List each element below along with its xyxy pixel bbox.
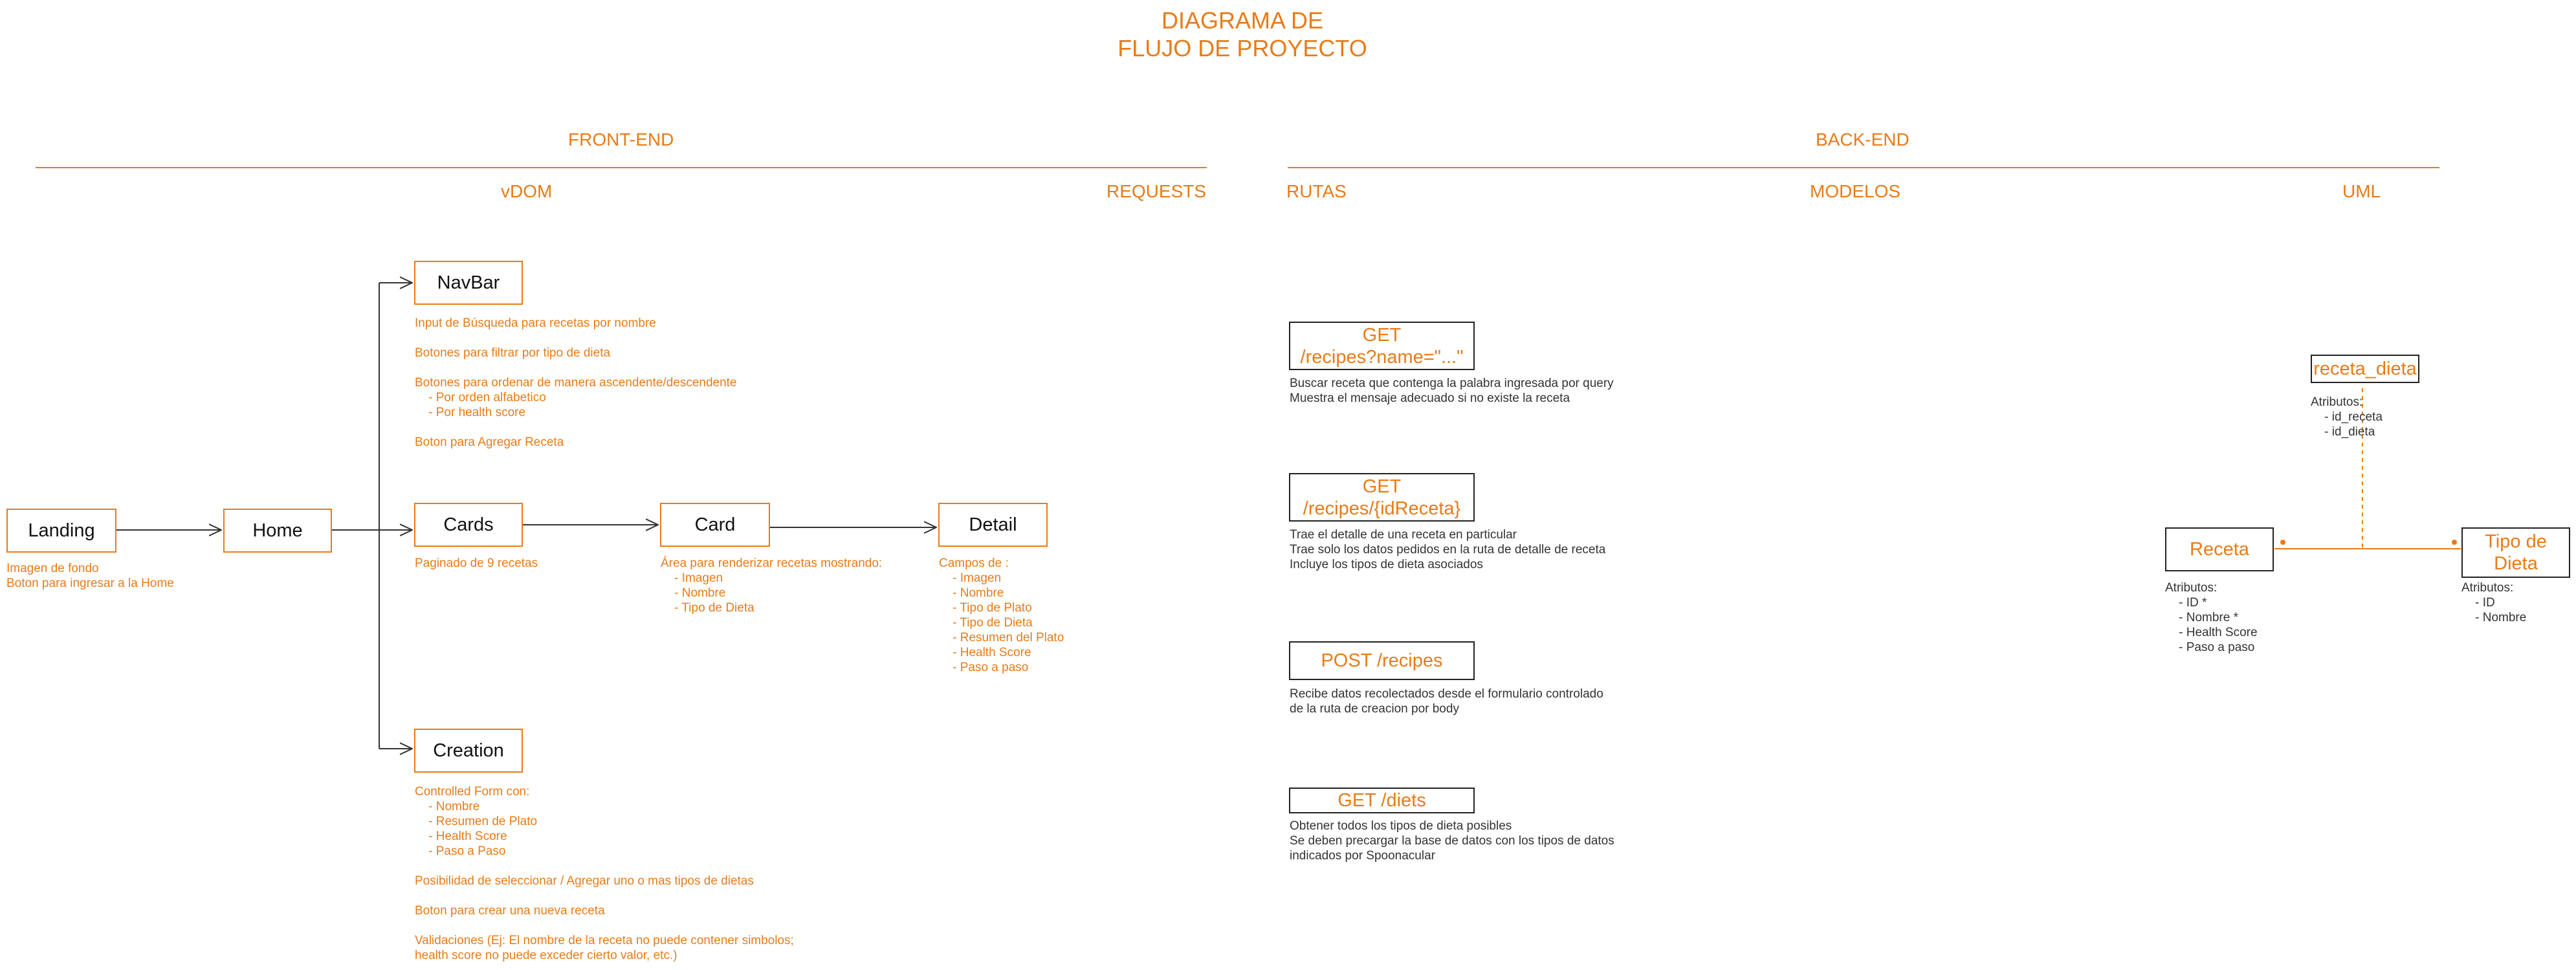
node-landing: Landing [6, 509, 116, 553]
node-navbar-label: NavBar [437, 272, 500, 293]
node-home-label: Home [252, 520, 303, 541]
route-get-recipes-name-desc: Buscar receta que contenga la palabra in… [1290, 377, 1614, 405]
route-get-recipes-name: GET /recipes?name="..." [1289, 322, 1475, 370]
note-card: Área para renderizar recetas mostrando: … [661, 557, 883, 615]
uml-receta-dieta-attrs: Atributos: - id_receta - id_dieta [2311, 395, 2383, 439]
route-get-recipes-name-label: GET /recipes?name="..." [1300, 324, 1464, 368]
node-navbar: NavBar [414, 261, 523, 305]
note-cards: Paginado de 9 recetas [415, 557, 538, 570]
route-post-recipes-label: POST /recipes [1321, 650, 1443, 671]
uml-tipo-dieta-attrs: Atributos: - ID - Nombre [2461, 581, 2527, 624]
node-creation: Creation [414, 729, 523, 773]
uml-receta-dieta: receta_dieta [2311, 355, 2419, 383]
note-navbar: Input de Búsqueda para recetas por nombr… [415, 316, 737, 449]
uml-receta-label: Receta [2190, 539, 2249, 560]
route-get-diets-label: GET /diets [1338, 790, 1426, 811]
flow-connectors [116, 0, 2461, 970]
route-get-recipe-detail-desc: Trae el detalle de una receta en particu… [1290, 528, 1606, 571]
note-landing: Imagen de fondo Boton para ingresar a la… [6, 562, 174, 590]
uml-receta: Receta [2165, 527, 2274, 571]
node-landing-label: Landing [28, 520, 95, 541]
uml-tipo-dieta: Tipo de Dieta [2461, 527, 2570, 578]
node-home: Home [223, 509, 332, 553]
node-cards-label: Cards [443, 514, 494, 535]
route-get-diets-desc: Obtener todos los tipos de dieta posible… [1290, 819, 1614, 863]
route-get-recipe-detail-label: GET /recipes/{idReceta} [1303, 476, 1461, 519]
route-post-recipes: POST /recipes [1289, 641, 1475, 680]
route-get-recipe-detail: GET /recipes/{idReceta} [1289, 473, 1475, 522]
arrow-home-branches [332, 283, 412, 749]
uml-receta-attrs: Atributos: - ID * - Nombre * - Health Sc… [2165, 581, 2258, 654]
node-detail-label: Detail [969, 514, 1017, 535]
route-post-recipes-desc: Recibe datos recolectados desde el formu… [1290, 687, 1603, 716]
note-detail: Campos de : - Imagen - Nombre - Tipo de … [939, 557, 1064, 674]
node-cards: Cards [414, 503, 523, 547]
node-creation-label: Creation [433, 740, 504, 761]
node-card-label: Card [694, 514, 736, 535]
note-creation: Controlled Form con: - Nombre - Resumen … [415, 785, 794, 962]
node-detail: Detail [938, 503, 1048, 547]
uml-receta-dieta-label: receta_dieta [2313, 358, 2417, 379]
uml-tipo-dieta-label: Tipo de Dieta [2485, 531, 2547, 574]
route-get-diets: GET /diets [1289, 788, 1475, 813]
node-card: Card [660, 503, 770, 547]
